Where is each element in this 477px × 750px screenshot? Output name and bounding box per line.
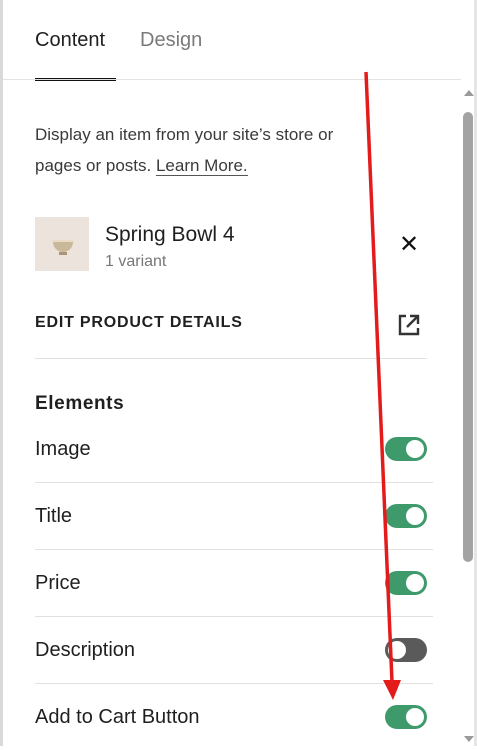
description-toggle[interactable] xyxy=(385,638,427,662)
element-row-title: Title xyxy=(35,483,433,550)
product-variant-count: 1 variant xyxy=(105,253,167,270)
price-toggle[interactable] xyxy=(385,571,427,595)
element-label: Description xyxy=(35,639,136,661)
external-link-icon[interactable] xyxy=(396,312,422,338)
toggle-knob xyxy=(406,440,424,458)
section-divider xyxy=(35,358,427,359)
image-toggle[interactable] xyxy=(385,437,427,461)
product-name: Spring Bowl 4 xyxy=(105,223,235,246)
remove-product-button[interactable]: ✕ xyxy=(398,233,420,257)
tab-design[interactable]: Design xyxy=(140,28,202,52)
element-row-image: Image xyxy=(35,416,433,483)
element-label: Image xyxy=(35,438,91,460)
close-icon: ✕ xyxy=(398,231,420,258)
edit-product-details-link[interactable]: EDIT PRODUCT DETAILS xyxy=(35,313,243,333)
toggle-knob xyxy=(406,708,424,726)
block-description: Display an item from your site’s store o… xyxy=(35,119,375,181)
tab-content[interactable]: Content xyxy=(35,28,105,52)
element-label: Price xyxy=(35,572,81,594)
toggle-knob xyxy=(406,574,424,592)
element-label: Title xyxy=(35,505,73,527)
scroll-up-arrow-icon[interactable] xyxy=(464,90,474,96)
bowl-image xyxy=(53,242,73,252)
scroll-down-arrow-icon[interactable] xyxy=(464,736,474,742)
elements-heading: Elements xyxy=(35,393,125,414)
scrollbar[interactable] xyxy=(459,84,477,746)
add-to-cart-toggle[interactable] xyxy=(385,705,427,729)
element-label: Add to Cart Button xyxy=(35,706,200,728)
product-thumbnail xyxy=(35,217,89,271)
bowl-image-foot xyxy=(59,252,67,255)
title-toggle[interactable] xyxy=(385,504,427,528)
element-row-price: Price xyxy=(35,550,433,617)
scrollbar-thumb[interactable] xyxy=(463,112,473,562)
element-row-add-to-cart: Add to Cart Button xyxy=(35,684,427,750)
element-row-description: Description xyxy=(35,617,433,684)
toggle-knob xyxy=(388,641,406,659)
left-edge xyxy=(0,0,3,746)
tabs-divider xyxy=(3,79,461,80)
toggle-knob xyxy=(406,507,424,525)
learn-more-link[interactable]: Learn More. xyxy=(155,156,248,176)
